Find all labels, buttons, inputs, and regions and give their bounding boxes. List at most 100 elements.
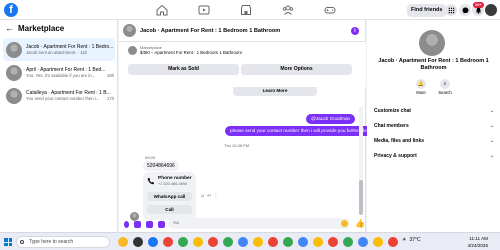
chrome-icon[interactable] [328, 237, 338, 247]
chrome-icon[interactable] [238, 237, 248, 247]
menu-grid-icon[interactable] [445, 4, 457, 16]
photo-icon[interactable] [134, 220, 141, 228]
chrome-icon[interactable] [343, 237, 353, 247]
find-friends-button[interactable]: Find friends [407, 4, 447, 17]
conversation-preview: You send your contact number then i... [26, 96, 100, 101]
listing-thumbnail[interactable] [128, 46, 137, 55]
chrome-icon[interactable] [313, 237, 323, 247]
section-label: Media, files and links [374, 138, 425, 144]
mute-button[interactable]: 🔔 Mute [410, 79, 432, 95]
reply-icon[interactable]: ↩ [207, 193, 211, 199]
avatar [6, 87, 22, 104]
more-options-button[interactable]: More Options [241, 64, 352, 75]
sidebar-header: ← Marketplace [5, 24, 64, 34]
call-button[interactable]: Call [147, 205, 192, 214]
windows-taskbar: Type here to search ☀ 37°C 11:11 AM 4/24… [0, 232, 500, 250]
chevron-down-icon: ⌄ [489, 138, 494, 144]
chrome-icon[interactable] [283, 237, 293, 247]
messenger-icon[interactable] [459, 4, 471, 16]
section-chat-members[interactable]: Chat members ⌄ [374, 123, 494, 129]
windows-start-icon[interactable] [4, 238, 12, 246]
mention-message[interactable]: @Jacob Goodman [306, 114, 356, 124]
contact-name: Jacob · Apartment For Rent : 1 Bedroom 1… [378, 58, 489, 71]
weather-icon[interactable]: ☀ [402, 237, 406, 243]
chrome-icon[interactable] [253, 237, 263, 247]
message-timestamp: 09:09 [145, 155, 156, 160]
chat-panel: Jacob · Apartment For Rent : 1 Bedroom 1… [119, 20, 381, 232]
chevron-down-icon: ⌄ [489, 108, 494, 114]
top-navigation-bar: f Find friends 20+ [0, 0, 500, 20]
section-label: Chat members [374, 123, 409, 129]
conversation-preview: You: Yes, it's available if you are in..… [26, 73, 96, 78]
phone-number-card: Phone number +1 520-486-4696 WhatsApp ca… [143, 172, 196, 220]
chrome-icon[interactable] [163, 237, 173, 247]
chrome-icon[interactable] [358, 237, 368, 247]
task-view-icon[interactable] [133, 237, 143, 247]
chat-header: Jacob · Apartment For Rent : 1 Bedroom 1… [119, 20, 366, 42]
card-title: Phone number [158, 176, 192, 181]
search-button[interactable]: ⌕ Search [434, 79, 456, 95]
microphone-icon[interactable] [124, 220, 129, 228]
chrome-icon[interactable] [178, 237, 188, 247]
section-media-files-links[interactable]: Media, files and links ⌄ [374, 138, 494, 144]
more-icon[interactable]: ⋮ [213, 193, 218, 199]
system-tray: ☀ 37°C [402, 237, 421, 243]
weather-temperature[interactable]: 37°C [409, 237, 420, 243]
conversation-time: 17h [106, 96, 114, 101]
facebook-logo[interactable]: f [4, 3, 18, 17]
gaming-icon[interactable] [323, 3, 337, 17]
card-phone-number: +1 520-486-4696 [158, 182, 188, 186]
clock[interactable]: 11:11 AM 4/24/2025 [458, 235, 488, 249]
chrome-icon[interactable] [223, 237, 233, 247]
chat-info-panel: Jacob · Apartment For Rent : 1 Bedroom 1… [367, 20, 500, 232]
chevron-down-icon: ⌄ [489, 153, 494, 159]
notifications-badge: 20+ [473, 2, 484, 8]
sticker-icon[interactable] [146, 220, 153, 228]
avatar[interactable] [123, 24, 136, 37]
chrome-icon[interactable] [388, 237, 398, 247]
bell-icon: 🔔 [416, 79, 426, 89]
mark-as-sold-button[interactable]: Mark as Sold [128, 64, 239, 75]
chrome-icon[interactable] [208, 237, 218, 247]
gif-icon[interactable] [158, 220, 165, 228]
clock-time: 11:11 AM [469, 236, 488, 241]
info-icon[interactable]: i [351, 27, 359, 35]
chrome-icon[interactable] [373, 237, 383, 247]
learn-more-button[interactable]: Learn More [233, 87, 317, 96]
section-privacy-support[interactable]: Privacy & support ⌄ [374, 153, 494, 159]
message-input[interactable]: Aa [168, 218, 350, 229]
sparkle-icon[interactable] [118, 237, 128, 247]
chrome-icon[interactable] [148, 237, 158, 247]
back-arrow-icon[interactable]: ← [5, 24, 14, 33]
marketplace-icon[interactable] [239, 3, 253, 17]
conversation-item-jacob[interactable]: Jacob · Apartment For Rent : 1 Bedro... … [3, 38, 115, 61]
chrome-icon[interactable] [298, 237, 308, 247]
whatsapp-call-button[interactable]: WhatsApp call [147, 192, 192, 201]
listing-description[interactable]: $450 – Apartment For Rent : 1 Bedroom 1 … [140, 50, 242, 55]
phone-icon [147, 177, 155, 185]
avatar[interactable] [419, 30, 445, 56]
section-customize-chat[interactable]: Customize chat ⌄ [374, 108, 494, 114]
chrome-icon[interactable] [193, 237, 203, 247]
chat-title[interactable]: Jacob · Apartment For Rent : 1 Bedroom 1… [140, 28, 280, 34]
home-icon[interactable] [155, 3, 169, 17]
scrollbar-thumb[interactable] [359, 180, 363, 215]
incoming-message[interactable]: 5204864696 [143, 161, 179, 171]
section-label: Customize chat [374, 108, 411, 114]
thumbs-up-icon[interactable]: 👍 [355, 219, 365, 228]
taskbar-search-input[interactable]: Type here to search [16, 236, 110, 248]
emoji-icon[interactable] [341, 220, 348, 227]
react-emoji-icon[interactable]: ☺ [200, 193, 205, 199]
search-icon: ⌕ [440, 79, 450, 89]
conversation-item-catalleya[interactable]: Catalleya · Apartment For Rent : 1 B... … [3, 84, 115, 107]
chrome-icon[interactable] [268, 237, 278, 247]
profile-avatar[interactable] [485, 4, 497, 16]
conversation-item-april[interactable]: April · Apartment For Rent : 1 Bed... Yo… [3, 61, 115, 84]
section-label: Privacy & support [374, 153, 417, 159]
outgoing-message[interactable]: please send your contact number then i w… [225, 126, 381, 136]
conversation-time: 18h [106, 73, 114, 78]
avatar [6, 41, 22, 58]
chevron-down-icon: ⌄ [489, 123, 494, 129]
groups-icon[interactable] [281, 3, 295, 17]
video-icon[interactable] [197, 3, 211, 17]
